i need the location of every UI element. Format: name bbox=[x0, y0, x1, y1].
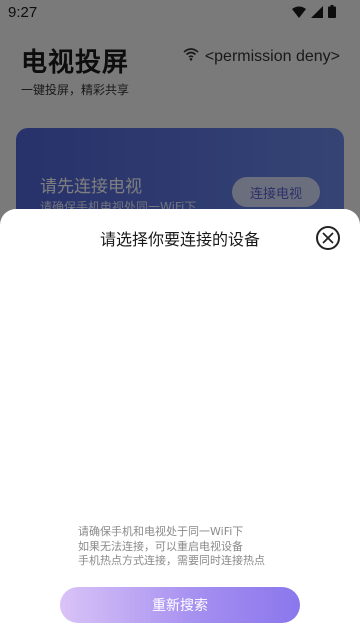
device-select-sheet: 请选择你要连接的设备 请确保手机和电视处于同一WiFi下 如果无法连接，可以重启… bbox=[0, 209, 360, 640]
tip-line: 请确保手机和电视处于同一WiFi下 bbox=[78, 525, 244, 538]
connection-tips: 请确保手机和电视处于同一WiFi下 如果无法连接，可以重启电视设备 手机热点方式… bbox=[78, 525, 265, 569]
close-icon bbox=[322, 229, 334, 248]
sheet-title: 请选择你要连接的设备 bbox=[99, 230, 260, 249]
close-button[interactable] bbox=[316, 226, 340, 250]
search-again-button[interactable]: 重新搜索 bbox=[60, 587, 300, 623]
tip-line: 如果无法连接，可以重启电视设备 bbox=[78, 539, 243, 553]
tip-line: 手机热点方式连接，需要同时连接热点 bbox=[78, 554, 265, 567]
device-list bbox=[16, 264, 344, 514]
